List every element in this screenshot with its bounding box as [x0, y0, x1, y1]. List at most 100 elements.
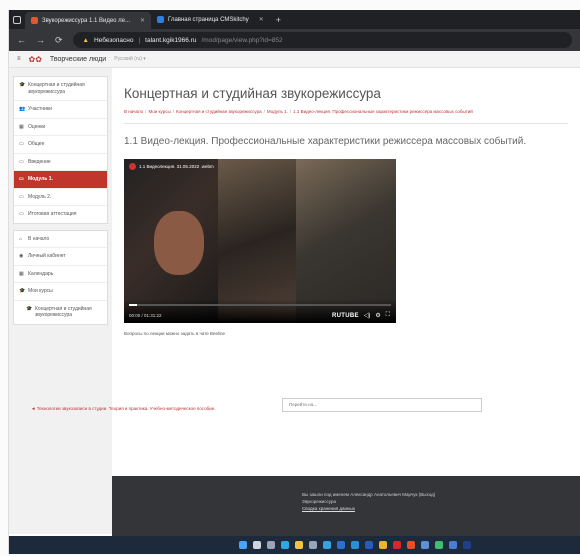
sidebar-item-label: Личный кабинет — [28, 253, 66, 259]
site-brand[interactable]: Творческие люди — [50, 56, 106, 63]
video-title: 1.1 Видеолекция. 31.05.2022 .webm — [139, 164, 214, 169]
opera-icon[interactable] — [392, 541, 401, 549]
breadcrumb-item[interactable]: Мои курсы — [148, 109, 170, 114]
store-icon[interactable] — [448, 541, 457, 549]
back-icon[interactable]: ← — [17, 35, 26, 45]
video-time: 00:00 / 01:31:22 — [129, 313, 162, 318]
grades-icon: ▦ — [19, 123, 24, 130]
breadcrumb-item[interactable]: Модуль 1. — [267, 109, 288, 114]
word-icon[interactable] — [364, 541, 373, 549]
task-view-icon[interactable] — [266, 541, 275, 549]
video-progress-bar[interactable] — [129, 304, 391, 306]
lecturer-face — [154, 211, 204, 275]
calendar-icon: ▦ — [19, 270, 24, 277]
windows-start-icon[interactable] — [238, 541, 247, 549]
sidebar-item[interactable]: 🎓 Концертная и студийная звукорежиссура — [14, 77, 107, 101]
sidebar-item[interactable]: ▭ Итоговая аттестация — [14, 206, 107, 223]
sidebar-item[interactable]: 🎓 Концертная и студийная звукорежиссура — [14, 301, 107, 324]
graduation-cap-icon: 🎓 — [26, 305, 33, 312]
login-info: Вы зашли под именем Александр Анатольеви… — [302, 492, 436, 497]
folder-icon: ▭ — [19, 176, 24, 182]
url-path: /mod/page/view.php?id=852 — [201, 36, 283, 44]
close-tab-icon[interactable]: ✕ — [259, 16, 264, 23]
data-retention-link[interactable]: Сводка хранения данных — [302, 506, 355, 511]
graduation-cap-icon: 🎓 — [19, 82, 26, 88]
sidebar-item[interactable]: ▦ Календарь — [14, 266, 107, 283]
breadcrumb-separator: / — [263, 109, 265, 114]
sidebar-item-label: В начало — [28, 235, 50, 242]
video-player[interactable]: 1.1 Видеолекция. 31.05.2022 .webm 00:00 … — [124, 159, 396, 323]
app-icon[interactable] — [434, 541, 443, 549]
tab-active[interactable]: Звукорежиссура 1.1 Видео ле... ✕ — [25, 12, 152, 29]
settings-icon[interactable]: ⚙ — [375, 312, 380, 319]
divider — [124, 123, 568, 124]
close-tab-icon[interactable]: ✕ — [140, 17, 145, 24]
breadcrumb: В начало / Мои курсы / Концертная и студийна… — [124, 109, 568, 114]
sidebar-item[interactable]: ▭ Введение — [14, 154, 107, 171]
chrome-icon[interactable] — [378, 541, 387, 549]
folder-icon: ▭ — [19, 211, 24, 217]
sidebar-item[interactable]: ▭ Модуль 2. — [14, 189, 107, 206]
sidebar-item[interactable]: ⌂ В начало — [14, 231, 107, 248]
search-icon[interactable] — [252, 541, 261, 549]
photos-icon[interactable] — [420, 541, 429, 549]
mail-icon[interactable] — [336, 541, 345, 549]
explorer-icon[interactable] — [294, 541, 303, 549]
photoshop-icon[interactable] — [462, 541, 471, 549]
sidebar-item-label: Общее — [28, 141, 45, 147]
sidebar-item[interactable]: 🎓 Мои курсы — [14, 283, 107, 301]
sidebar-item[interactable]: ▦ Оценки — [14, 119, 107, 136]
prev-activity-link[interactable]: ◄ Технологии звукозаписи в студии. Теори… — [31, 406, 215, 411]
graduation-cap-icon: 🎓 — [19, 288, 26, 294]
new-tab-icon[interactable]: + — [276, 15, 281, 25]
breadcrumb-item[interactable]: 1.1 Видео-лекция. Профессиональные харак… — [293, 109, 473, 114]
tab-title: Главная страница CMSkitchy — [168, 16, 249, 23]
video-title-bar: 1.1 Видеолекция. 31.05.2022 .webm — [129, 163, 214, 170]
breadcrumb-item[interactable]: Концертная и студийная звукорежиссура — [176, 109, 262, 114]
sidebar-item-label: Модуль 2. — [28, 193, 52, 200]
telegram-icon[interactable] — [322, 541, 331, 549]
page-title: Концертная и студийная звукорежиссура — [124, 86, 381, 101]
course-link[interactable]: Звукорежиссура — [302, 498, 580, 505]
site-navbar: ≡ ✿✿ Творческие люди Русский (ru) ▾ — [9, 51, 580, 68]
url-separator: | — [138, 36, 141, 44]
yandex-icon[interactable] — [406, 541, 415, 549]
window-menu-icon[interactable] — [13, 15, 21, 24]
sidebar-item[interactable]: ◉ Личный кабинет — [14, 248, 107, 266]
channel-avatar — [129, 163, 136, 170]
settings-icon[interactable] — [308, 541, 317, 549]
warning-icon: ▲ — [82, 36, 89, 44]
site-nav-block: ⌂ В начало ◉ Личный кабинет ▦ Календарь 🎓 Мои к… — [13, 229, 108, 325]
page-footer: Вы зашли под именем Александр Анатольеви… — [112, 476, 580, 536]
folder-icon: ▭ — [19, 193, 24, 200]
sidebar-item[interactable]: ▭ Общее — [14, 136, 107, 154]
url-field[interactable]: ▲ Небезопасно | talant.kgik1966.ru/mod/p… — [72, 32, 572, 48]
sidebar-item-label: Введение — [28, 158, 51, 165]
language-menu[interactable]: Русский (ru) ▾ — [114, 56, 146, 62]
breadcrumb-item[interactable]: В начало — [124, 109, 143, 114]
security-label: Небезопасно — [93, 36, 134, 44]
breadcrumb-separator: / — [145, 109, 147, 114]
sidebar-item-label: Оценки — [28, 123, 46, 130]
app-icon[interactable] — [350, 541, 359, 549]
home-icon: ⌂ — [19, 235, 23, 242]
jump-to-select[interactable]: Перейти на... — [282, 398, 482, 412]
rutube-logo[interactable]: RUTUBE — [332, 313, 359, 319]
tab-inactive[interactable]: Главная страница CMSkitchy ✕ — [151, 12, 270, 27]
sidebar: 🎓 Концертная и студийная звукорежиссура 👥 У… — [9, 68, 112, 534]
users-icon: 👥 — [19, 106, 26, 112]
chat-note: Вопросы по лекции можно задать в чате Be… — [124, 331, 226, 336]
site-logo-icon[interactable]: ✿✿ — [29, 55, 42, 64]
sidebar-item-label: Итоговая аттестация — [28, 211, 77, 217]
sidebar-item[interactable]: 👥 Участники — [14, 101, 107, 119]
volume-icon[interactable]: ◁) — [364, 312, 371, 319]
favicon-icon — [31, 17, 38, 24]
edge-icon[interactable] — [280, 541, 289, 549]
forward-icon[interactable]: → — [36, 35, 45, 45]
sidebar-item[interactable]: ▭ Модуль 1. — [14, 171, 107, 189]
hamburger-menu-icon[interactable]: ≡ — [17, 56, 21, 62]
sidebar-item-label: Календарь — [28, 270, 54, 277]
fullscreen-icon[interactable]: ⛶ — [386, 312, 390, 319]
reload-icon[interactable]: ⟳ — [55, 35, 63, 46]
lecture-title: 1.1 Видео-лекция. Профессиональные харак… — [124, 136, 527, 147]
